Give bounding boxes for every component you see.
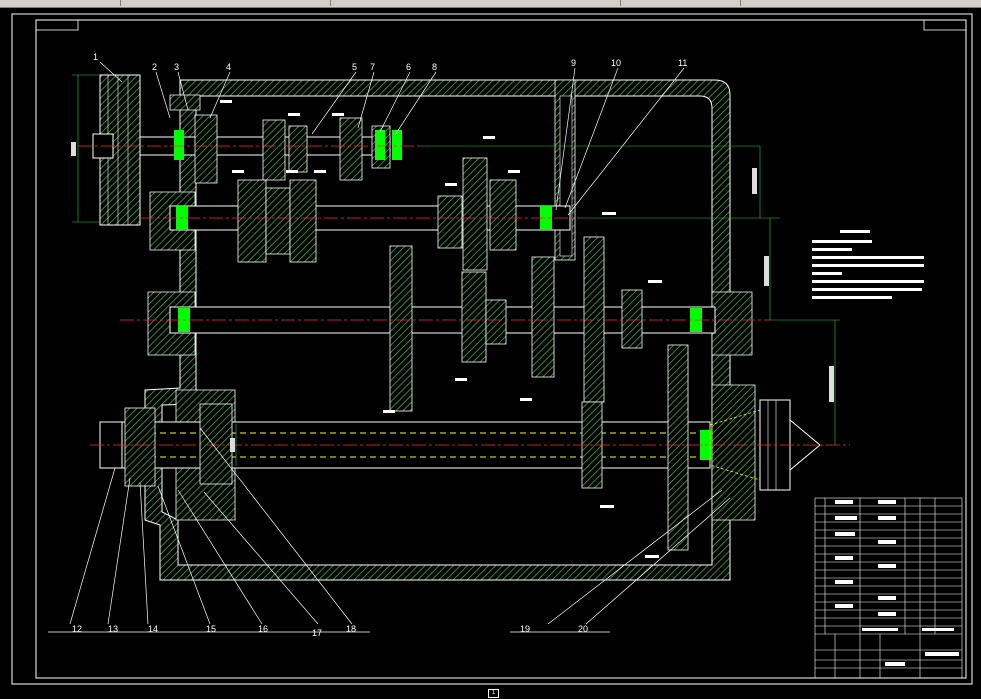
part-label-5: 5: [352, 62, 357, 72]
part-label-8: 8: [432, 62, 437, 72]
part-label-6: 6: [406, 62, 411, 72]
part-label-15: 15: [206, 624, 216, 634]
part-label-19: 19: [520, 624, 530, 634]
part-label-11: 11: [678, 58, 687, 68]
title-block-text: [835, 500, 959, 666]
part-label-2: 2: [152, 62, 157, 72]
part-label-10: 10: [611, 58, 621, 68]
title-block: [814, 497, 963, 679]
part-label-7: 7: [370, 62, 375, 72]
part-label-20: 20: [578, 624, 588, 634]
corner-tag: [923, 19, 967, 31]
part-label-18: 18: [346, 624, 356, 634]
corner-tag: [35, 19, 79, 31]
part-label-3: 3: [174, 62, 179, 72]
toolbar-segment[interactable]: [120, 0, 331, 6]
toolbar-segment[interactable]: [330, 0, 621, 6]
part-label-1: 1: [93, 52, 98, 62]
part-label-12: 12: [72, 624, 82, 634]
cad-drawing-canvas[interactable]: 1 2 3 4 5 7 6 8 9 10 11 12 13 14 15 16 1…: [0, 8, 981, 699]
part-label-13: 13: [108, 624, 118, 634]
part-label-17: 17: [312, 628, 322, 638]
part-label-4: 4: [226, 62, 231, 72]
part-label-16: 16: [258, 624, 268, 634]
sheet-marker: 1: [488, 689, 499, 698]
part-label-9: 9: [571, 58, 576, 68]
part-label-14: 14: [148, 624, 158, 634]
toolbar-segment[interactable]: [620, 0, 741, 6]
toolbar-segment[interactable]: [0, 0, 121, 6]
window-toolbar-strip: [0, 0, 981, 8]
technical-notes-block: [812, 230, 924, 299]
